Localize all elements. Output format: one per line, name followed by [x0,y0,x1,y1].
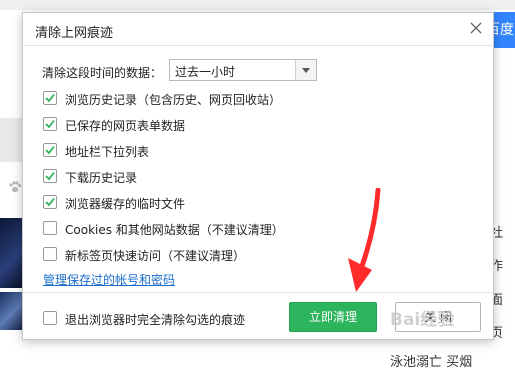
option-label: 浏览器缓存的临时文件 [65,197,186,211]
dialog-title: 清除上网痕迹 [35,26,114,41]
option-label: 已保存的网页表单数据 [65,119,186,133]
background-thumbnail-image [0,292,22,330]
checkbox[interactable] [43,91,57,105]
annotation-arrow-icon [340,187,390,301]
option-label: 地址栏下拉列表 [65,145,150,159]
checkbox[interactable] [43,195,57,209]
paw-icon [8,180,22,194]
period-label: 清除这段时间的数据： [42,66,163,80]
background-gray-strip [0,118,22,162]
checkbox[interactable] [43,247,57,261]
option-label: 浏览历史记录（包含历史、网页回收站） [65,93,282,107]
clean-now-button[interactable]: 立即清理 [289,302,377,332]
checkbox[interactable] [43,169,57,183]
option-label: 退出浏览器时完全清除勾选的痕迹 [65,313,246,327]
title-divider [23,45,493,46]
watermark-text: Bai经验 [390,310,455,330]
watermark-logo: Bai经验 [390,298,500,342]
time-range-select[interactable]: 过去一小时 [169,59,317,81]
option-label: 新标签页快速访问（不建议清理） [65,249,246,263]
checkbox[interactable] [43,311,57,325]
chevron-down-icon [302,68,310,73]
background-thumbnail-image [0,218,22,288]
checkbox[interactable] [43,143,57,157]
footer-divider [23,292,493,293]
checkmark-icon [45,145,55,155]
manage-saved-passwords-link[interactable]: 管理保存过的帐号和密码 [43,271,175,288]
checkmark-icon [45,171,55,181]
background-news-text[interactable]: 泳池溺亡 买烟 [390,351,472,370]
close-icon[interactable] [467,19,485,37]
background-page-bar [0,0,515,10]
checkbox[interactable] [43,221,57,235]
checkmark-icon [45,93,55,103]
checkmark-icon [45,197,55,207]
option-label: Cookies 和其他网站数据（不建议清理） [65,223,284,237]
checkbox[interactable] [43,117,57,131]
option-label: 下载历史记录 [65,171,138,185]
clear-browsing-data-dialog: 清除上网痕迹 清除这段时间的数据： 过去一小时 浏览历史记录（包含历史、网页回收… [22,12,494,340]
checkmark-icon [45,119,55,129]
time-range-value: 过去一小时 [175,65,236,79]
dropdown-button[interactable] [295,60,316,80]
